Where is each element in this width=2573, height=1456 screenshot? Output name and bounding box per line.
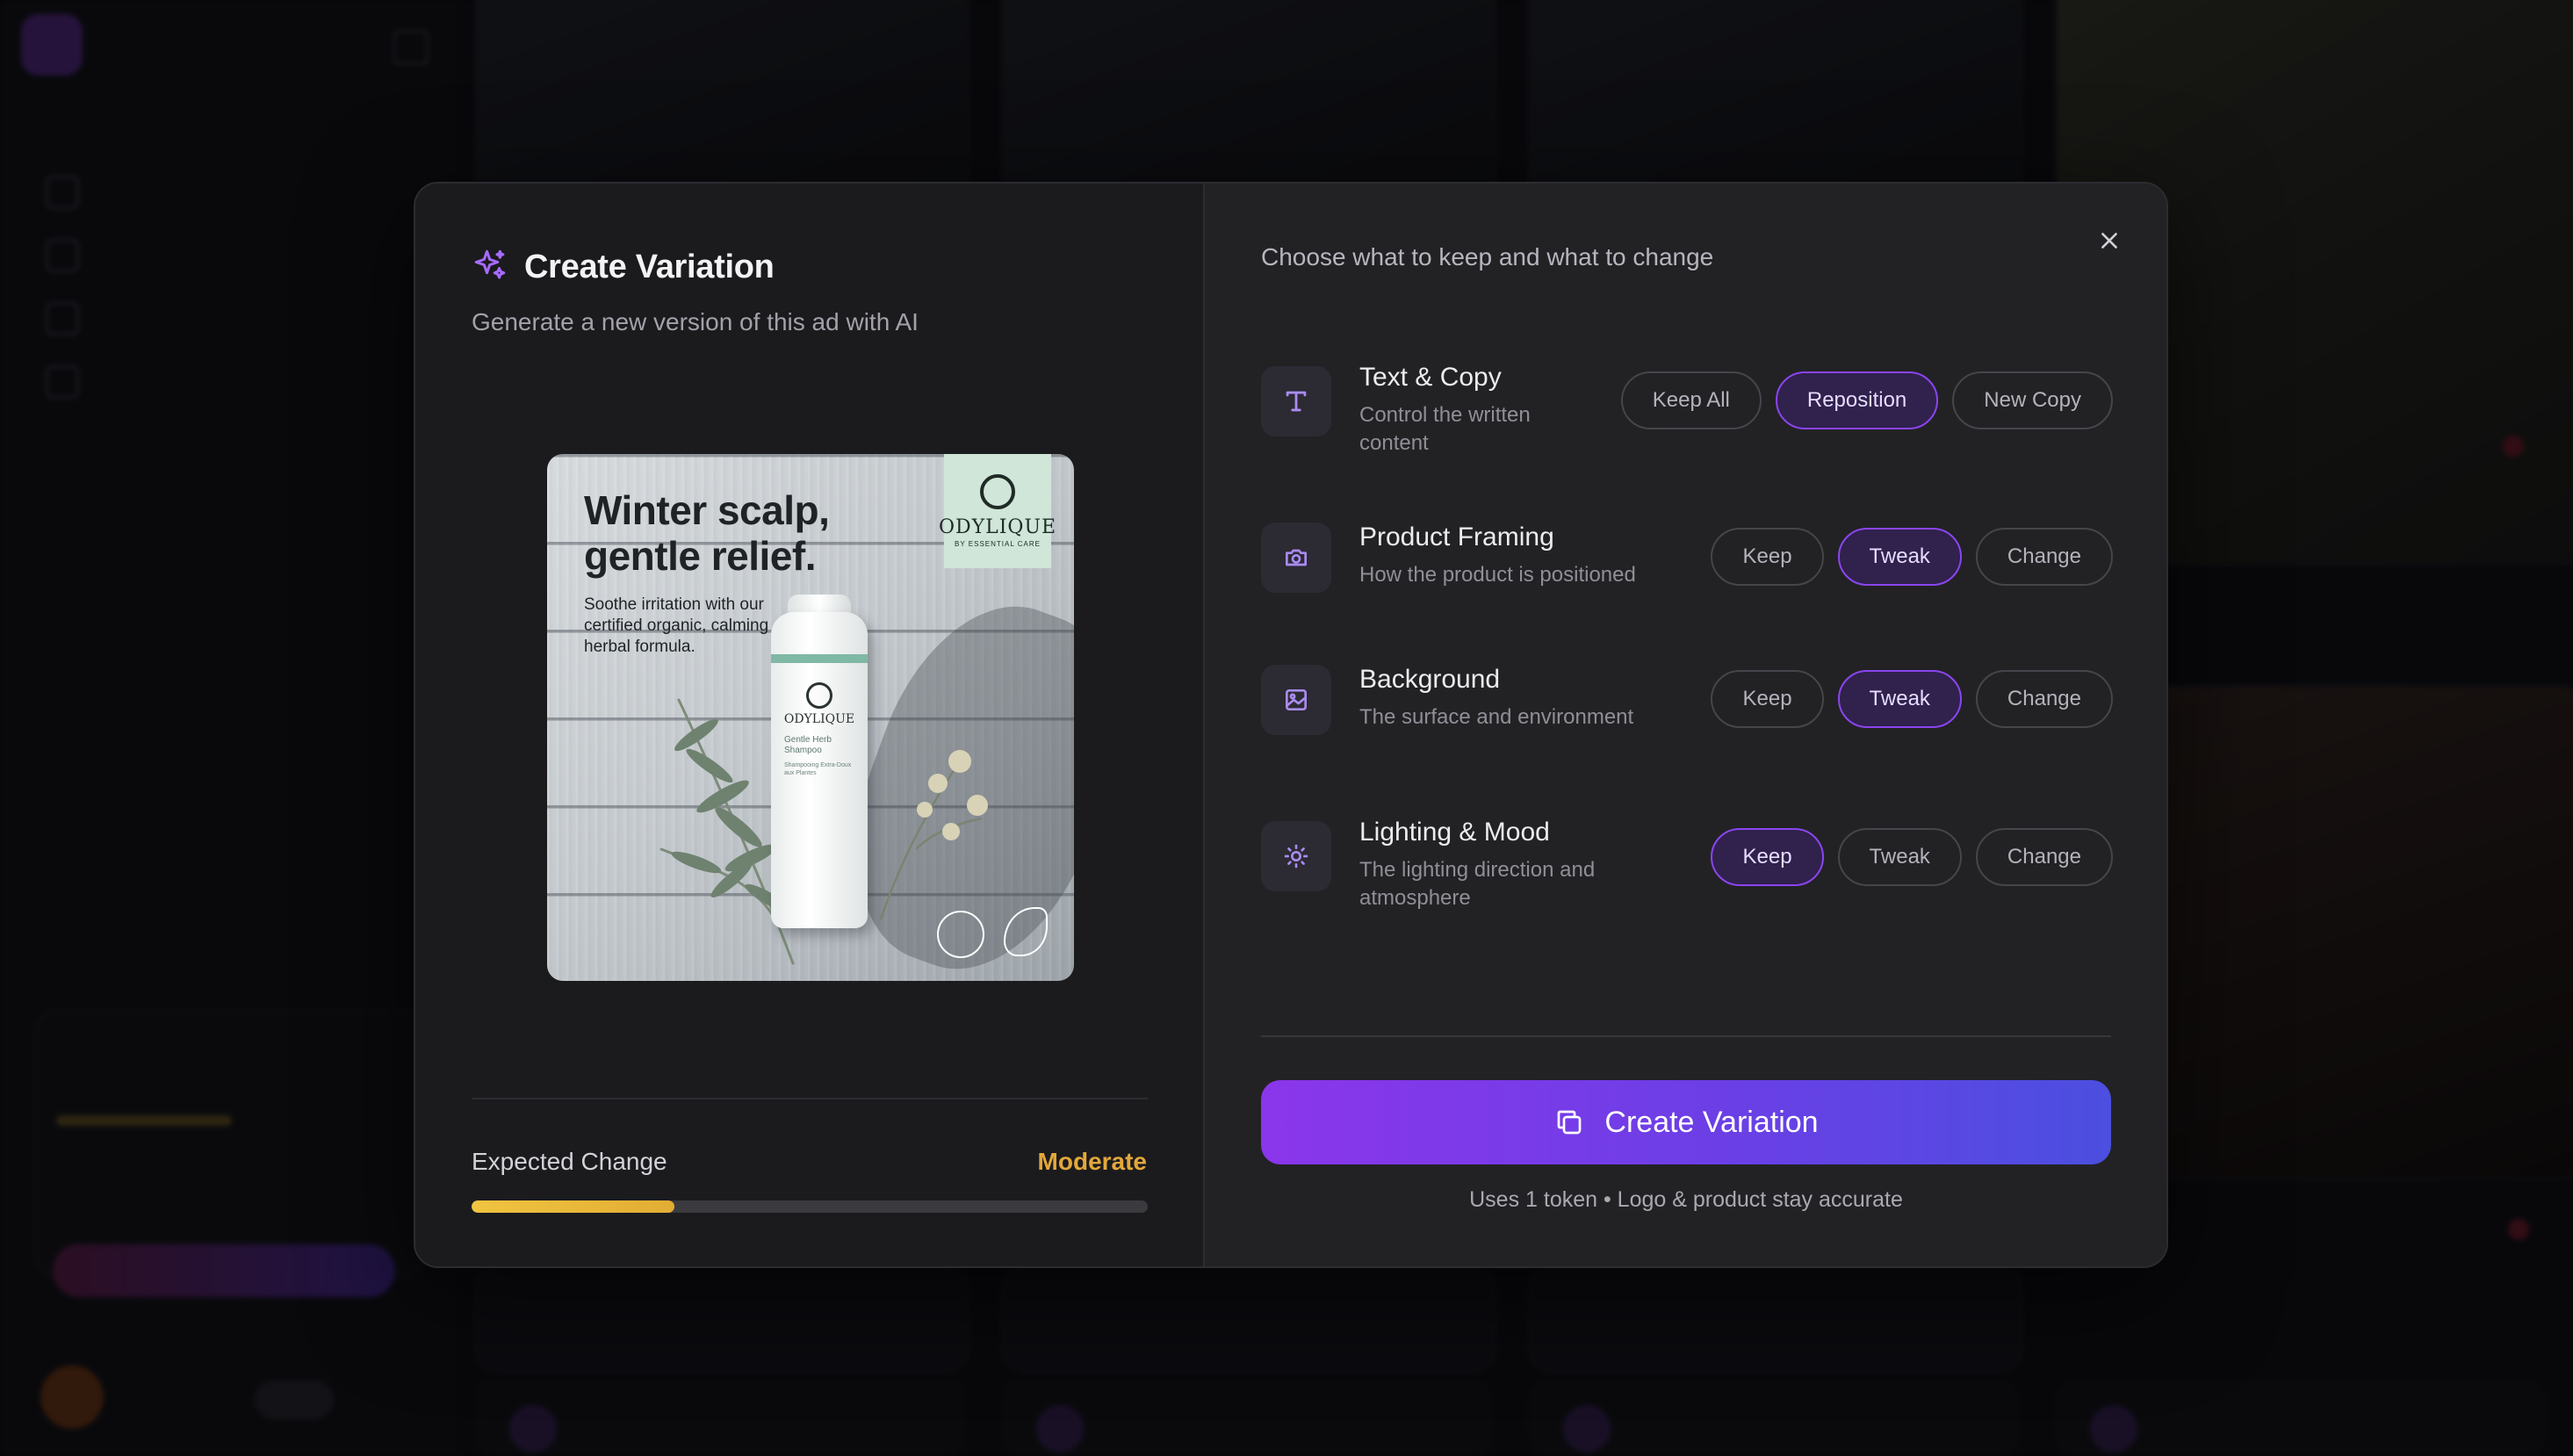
change-button[interactable]: Change xyxy=(1975,670,2113,728)
expected-change-label: Expected Change xyxy=(472,1148,667,1175)
bottle-product-subtitle: Shampooing Extra-Doux aux Plantes xyxy=(784,762,852,776)
new-copy-button[interactable]: New Copy xyxy=(1952,371,2113,429)
dialog-header: Create Variation xyxy=(472,247,775,288)
brand-logo: ODYLIQUE BY ESSENTIAL CARE xyxy=(939,454,1056,568)
brand-name: ODYLIQUE xyxy=(938,516,1057,538)
close-icon xyxy=(2101,233,2117,249)
option-choices: Keep Tweak Change xyxy=(1711,528,2113,586)
brand-tagline: BY ESSENTIAL CARE xyxy=(955,540,1041,548)
option-choices: Keep Tweak Change xyxy=(1711,670,2113,728)
bottle-brand: ODYLIQUE xyxy=(783,712,855,726)
reposition-button[interactable]: Reposition xyxy=(1775,371,1939,429)
option-row-product-framing: Product Framing How the product is posit… xyxy=(1261,523,2113,610)
option-choices: Keep Tweak Change xyxy=(1711,828,2113,886)
expected-change-fill xyxy=(472,1200,674,1213)
keep-all-button[interactable]: Keep All xyxy=(1620,371,1762,429)
tweak-button[interactable]: Tweak xyxy=(1837,828,1962,886)
bottle-label: ODYLIQUE Gentle Herb Shampoo Shampooing … xyxy=(774,682,865,777)
option-description: The surface and environment xyxy=(1359,705,1634,729)
option-row-lighting-mood: Lighting & Mood The lighting direction a… xyxy=(1261,818,2113,910)
preview-panel: Create Variation Generate a new version … xyxy=(415,184,1205,1266)
option-description: How the product is positioned xyxy=(1359,563,1636,587)
option-name: Product Framing xyxy=(1359,523,1554,551)
divider xyxy=(472,1098,1148,1099)
chamomile-sprig xyxy=(879,750,988,920)
options-prompt: Choose what to keep and what to change xyxy=(1261,243,1714,270)
divider xyxy=(1261,1035,2111,1037)
ad-headline: Winter scalp, gentle relief. xyxy=(584,487,830,579)
option-name: Background xyxy=(1359,665,1501,694)
option-name: Lighting & Mood xyxy=(1359,818,1550,847)
text-icon xyxy=(1261,366,1331,436)
change-button[interactable]: Change xyxy=(1975,528,2113,586)
brand-mark-icon xyxy=(980,474,1015,509)
options-panel: Choose what to keep and what to change T… xyxy=(1205,184,2166,1266)
create-variation-button[interactable]: Create Variation xyxy=(1261,1080,2111,1164)
copy-icon xyxy=(1558,1110,1582,1135)
option-description: Control the written content xyxy=(1359,403,1531,455)
option-row-text-copy: Text & Copy Control the written content … xyxy=(1261,363,2113,455)
image-icon xyxy=(1261,665,1331,735)
option-description: The lighting direction and atmosphere xyxy=(1359,858,1596,910)
create-variation-dialog: Create Variation Generate a new version … xyxy=(414,182,2168,1268)
change-button[interactable]: Change xyxy=(1975,828,2113,886)
camera-icon xyxy=(1261,523,1331,593)
ad-preview-image: Winter scalp, gentle relief. Soothe irri… xyxy=(547,454,1074,981)
brand-mark-icon xyxy=(806,682,832,709)
create-variation-label: Create Variation xyxy=(1604,1105,1819,1139)
expected-change-value: Moderate xyxy=(1037,1148,1147,1175)
option-row-background: Background The surface and environment K… xyxy=(1261,665,2113,753)
tweak-button[interactable]: Tweak xyxy=(1837,670,1962,728)
option-choices: Keep All Reposition New Copy xyxy=(1620,371,2113,429)
dialog-subtitle: Generate a new version of this ad with A… xyxy=(472,308,919,335)
expected-change-meter xyxy=(472,1200,1148,1213)
sparkles-icon xyxy=(472,247,508,288)
sun-icon xyxy=(1261,821,1331,891)
keep-button[interactable]: Keep xyxy=(1711,528,1824,586)
option-name: Text & Copy xyxy=(1359,363,1502,392)
bottle-band xyxy=(771,654,868,663)
keep-button[interactable]: Keep xyxy=(1711,670,1824,728)
close-button[interactable] xyxy=(2089,220,2130,261)
organic-badge-icon xyxy=(937,911,984,958)
dialog-title: Create Variation xyxy=(524,249,775,285)
token-footnote: Uses 1 token • Logo & product stay accur… xyxy=(1469,1187,1903,1212)
bottle-product-name: Gentle Herb Shampoo xyxy=(784,735,832,755)
tweak-button[interactable]: Tweak xyxy=(1837,528,1962,586)
keep-button[interactable]: Keep xyxy=(1711,828,1824,886)
